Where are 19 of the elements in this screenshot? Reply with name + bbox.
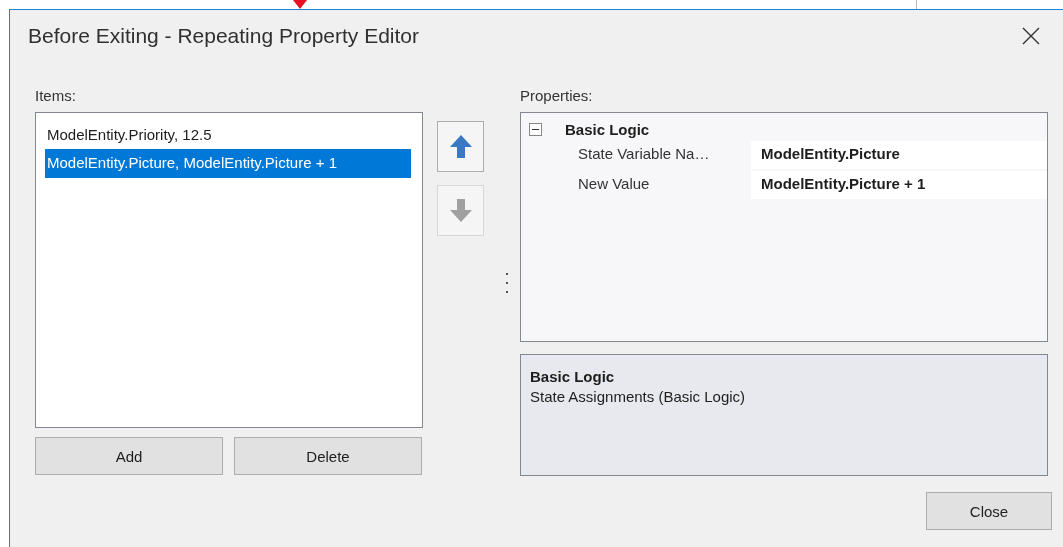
move-up-button[interactable] bbox=[437, 121, 484, 172]
collapse-icon[interactable] bbox=[529, 122, 542, 136]
delete-button[interactable]: Delete bbox=[234, 437, 422, 475]
property-value[interactable]: ModelEntity.Picture bbox=[751, 141, 1047, 169]
window-title: Before Exiting - Repeating Property Editor bbox=[28, 23, 421, 48]
add-button[interactable]: Add bbox=[35, 437, 223, 475]
triangle-marker-icon bbox=[293, 0, 307, 9]
description-title: Basic Logic bbox=[530, 367, 616, 387]
category-title: Basic Logic bbox=[565, 120, 650, 138]
property-value[interactable]: ModelEntity.Picture + 1 bbox=[751, 171, 1047, 199]
close-icon[interactable] bbox=[1022, 26, 1040, 45]
up-arrow-icon bbox=[449, 135, 472, 158]
list-item[interactable]: ModelEntity.Picture, ModelEntity.Picture + 1 bbox=[45, 149, 411, 178]
close-button[interactable]: Close bbox=[926, 492, 1052, 530]
down-arrow-icon bbox=[449, 199, 472, 222]
properties-label: Properties: bbox=[520, 87, 594, 104]
description-text: State Assignments (Basic Logic) bbox=[530, 387, 747, 407]
list-item[interactable]: ModelEntity.Priority, 12.5 bbox=[45, 121, 411, 149]
items-label: Items: bbox=[35, 87, 77, 104]
